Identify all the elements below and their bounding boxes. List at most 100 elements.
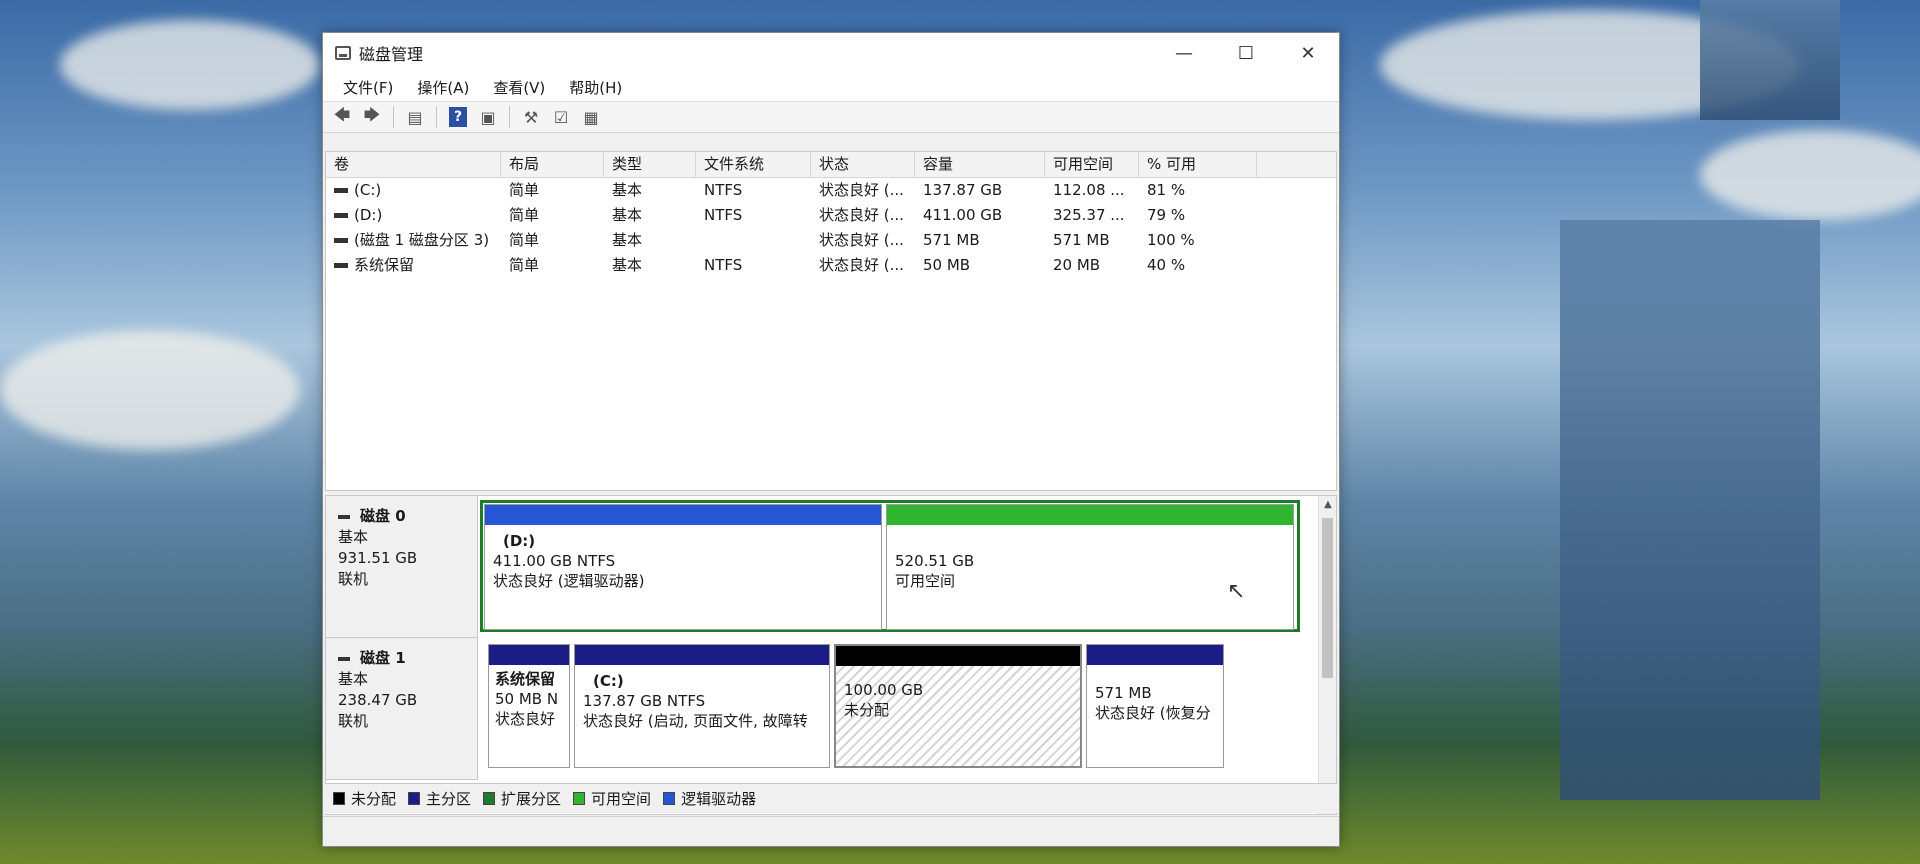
help-button[interactable]: ? [445, 105, 471, 129]
partition-status: 状态良好 (逻辑驱动器) [493, 572, 645, 590]
volume-filesystem: NTFS [704, 181, 743, 199]
toolbar: 🡄 🡆 ▤ ? ▣ ⚒ ☑ ▦ [323, 101, 1339, 133]
partition-status: 状态良好 (启动, 页面文件, 故障转 [583, 712, 808, 730]
properties-icon[interactable]: ▦ [578, 105, 604, 129]
volume-type: 基本 [612, 256, 643, 274]
partition-size: 137.87 GB NTFS [583, 692, 706, 710]
volume-status: 状态良好 (... [819, 231, 904, 249]
partition-size: 571 MB [1095, 684, 1152, 702]
partition-free-space[interactable]: 520.51 GB 可用空间 ↖ [886, 504, 1294, 630]
disk-icon [338, 514, 350, 519]
disk-icon [338, 656, 350, 661]
connect-disk-icon[interactable]: ⚒ [518, 105, 544, 129]
scrollbar-thumb[interactable] [1322, 518, 1333, 678]
vertical-scrollbar[interactable]: ▲ ▼ [1318, 496, 1336, 814]
disk-management-window: 磁盘管理 — ☐ ✕ 文件(F) 操作(A) 查看(V) 帮助(H) 🡄 🡆 ▤… [322, 32, 1340, 847]
partition-c[interactable]: (C:) 137.87 GB NTFS 状态良好 (启动, 页面文件, 故障转 [574, 644, 830, 768]
maximize-button[interactable]: ☐ [1215, 33, 1277, 73]
help-icon: ? [449, 107, 467, 127]
volume-filesystem: NTFS [704, 256, 743, 274]
volume-name: (C:) [354, 181, 382, 199]
check-icon[interactable]: ☑ [548, 105, 574, 129]
column-layout[interactable]: 布局 [501, 152, 604, 177]
legend-swatch [573, 792, 586, 805]
partition-color-bar [485, 505, 881, 525]
column-status[interactable]: 状态 [811, 152, 915, 177]
partition-size: 520.51 GB [895, 552, 975, 570]
volume-status: 状态良好 (... [819, 206, 904, 224]
volume-capacity: 50 MB [923, 256, 971, 274]
disk-management-icon [335, 46, 351, 60]
menu-file[interactable]: 文件(F) [331, 77, 405, 98]
disk-name: 磁盘 1 [360, 649, 406, 667]
menu-view[interactable]: 查看(V) [481, 77, 557, 98]
forward-arrow-icon[interactable]: 🡆 [359, 105, 385, 129]
column-volume[interactable]: 卷 [326, 152, 501, 177]
disk-size: 931.51 GB [338, 549, 418, 567]
volume-name: (D:) [354, 206, 383, 224]
disk-0-row: 磁盘 0 基本 931.51 GB 联机 (D:) 411.00 GB NTFS… [326, 496, 1320, 638]
disk-type: 基本 [338, 528, 369, 546]
volume-type: 基本 [612, 181, 643, 199]
volume-icon [334, 238, 348, 243]
volume-free: 571 MB [1053, 231, 1110, 249]
disk-size: 238.47 GB [338, 691, 418, 709]
volume-percent: 81 % [1147, 181, 1186, 199]
partition-recovery[interactable]: 571 MB 状态良好 (恢复分 [1086, 644, 1224, 768]
menu-help[interactable]: 帮助(H) [557, 77, 634, 98]
show-hide-console-tree-icon[interactable]: ▤ [402, 105, 428, 129]
column-type[interactable]: 类型 [604, 152, 696, 177]
minimize-button[interactable]: — [1153, 33, 1215, 73]
legend-swatch [333, 792, 345, 805]
column-capacity[interactable]: 容量 [915, 152, 1045, 177]
legend-item: 未分配 [333, 788, 396, 809]
legend-swatch [483, 792, 496, 805]
partition-title: (C:) [593, 672, 624, 690]
partition-title: 系统保留 [495, 670, 556, 688]
volume-layout: 简单 [509, 181, 540, 199]
volume-layout: 简单 [509, 256, 540, 274]
volume-percent: 100 % [1147, 231, 1195, 249]
table-row[interactable]: (D:) 简单 基本 NTFS 状态良好 (... 411.00 GB 325.… [326, 203, 1336, 228]
back-arrow-icon[interactable]: 🡄 [329, 105, 355, 129]
volume-status: 状态良好 (... [819, 181, 904, 199]
partition-title: (D:) [503, 532, 536, 550]
volume-list: 卷 布局 类型 文件系统 状态 容量 可用空间 % 可用 (C:) 简单 基本 … [325, 151, 1337, 491]
volume-type: 基本 [612, 206, 643, 224]
toolbar-separator [436, 106, 437, 128]
partition-color-bar [575, 645, 829, 665]
legend-item: 主分区 [408, 788, 471, 809]
volume-icon [334, 188, 348, 193]
partition-status: 未分配 [844, 701, 890, 719]
partition-color-bar [836, 646, 1080, 666]
disk-state: 联机 [338, 570, 369, 588]
disk-graphical-view: 磁盘 0 基本 931.51 GB 联机 (D:) 411.00 GB NTFS… [325, 495, 1337, 815]
partition-color-bar [489, 645, 569, 665]
column-filesystem[interactable]: 文件系统 [696, 152, 811, 177]
toolbar-separator [393, 106, 394, 128]
column-percent-free[interactable]: % 可用 [1139, 152, 1257, 177]
partition-color-bar [887, 505, 1293, 525]
table-row[interactable]: (磁盘 1 磁盘分区 3) 简单 基本 状态良好 (... 571 MB 571… [326, 228, 1336, 253]
close-button[interactable]: ✕ [1277, 33, 1339, 73]
table-row[interactable]: (C:) 简单 基本 NTFS 状态良好 (... 137.87 GB 112.… [326, 178, 1336, 203]
partition-status: 状态良好 [495, 710, 556, 728]
partition-d[interactable]: (D:) 411.00 GB NTFS 状态良好 (逻辑驱动器) [484, 504, 882, 630]
volume-capacity: 571 MB [923, 231, 980, 249]
table-row[interactable]: 系统保留 简单 基本 NTFS 状态良好 (... 50 MB 20 MB 40… [326, 253, 1336, 278]
title-bar: 磁盘管理 — ☐ ✕ [323, 33, 1339, 73]
partition-unallocated[interactable]: 100.00 GB 未分配 [834, 644, 1082, 768]
menu-action[interactable]: 操作(A) [405, 77, 481, 98]
disk-1-row: 磁盘 1 基本 238.47 GB 联机 系统保留 50 MB N 状态良好 (… [326, 638, 1320, 780]
volume-icon [334, 213, 348, 218]
disk-0-info[interactable]: 磁盘 0 基本 931.51 GB 联机 [326, 496, 478, 638]
disk-state: 联机 [338, 712, 369, 730]
volume-type: 基本 [612, 231, 643, 249]
volume-layout: 简单 [509, 231, 540, 249]
column-free-space[interactable]: 可用空间 [1045, 152, 1139, 177]
disk-1-info[interactable]: 磁盘 1 基本 238.47 GB 联机 [326, 638, 478, 780]
show-action-pane-icon[interactable]: ▣ [475, 105, 501, 129]
scroll-up-icon[interactable]: ▲ [1319, 496, 1337, 514]
partition-system-reserved[interactable]: 系统保留 50 MB N 状态良好 [488, 644, 570, 768]
volume-filesystem: NTFS [704, 206, 743, 224]
